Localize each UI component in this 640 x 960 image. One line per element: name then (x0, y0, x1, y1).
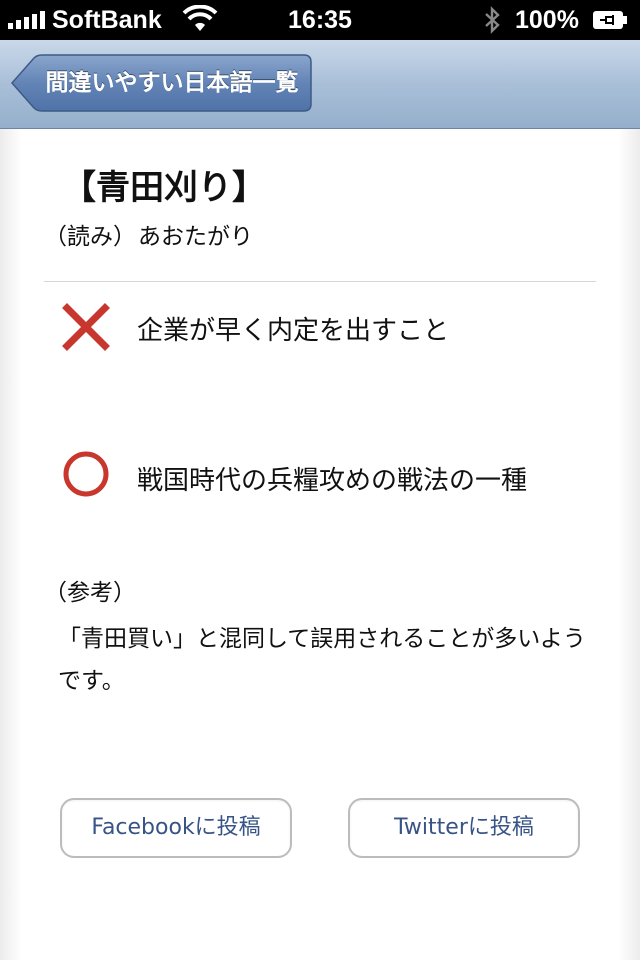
back-button-label: 間違いやすい日本語一覧 (45, 70, 299, 96)
word-title: 【青田刈り】 (62, 168, 266, 208)
reference-label: （参考） (44, 580, 136, 606)
reading-value: あおたがり (138, 224, 253, 250)
left-edge-shade (0, 129, 22, 960)
reading-label: （読み） (44, 224, 136, 250)
wrong-meaning: 企業が早く内定を出すこと (137, 316, 450, 346)
cross-icon (62, 303, 110, 351)
battery-icon (593, 11, 627, 29)
navigation-bar: 間違いやすい日本語一覧 (0, 40, 640, 129)
back-button[interactable]: 間違いやすい日本語一覧 (10, 54, 312, 112)
correct-meaning: 戦国時代の兵糧攻めの戦法の一種 (137, 466, 528, 496)
status-bar: SoftBank 16:35 100% (0, 0, 640, 40)
right-edge-shade (618, 129, 640, 960)
reference-text: 「青田買い」と混同して誤用されることが多いようです。 (58, 626, 586, 694)
circle-icon (63, 451, 109, 497)
facebook-share-button[interactable]: Facebookに投稿 (60, 798, 292, 858)
twitter-share-button[interactable]: Twitterに投稿 (348, 798, 580, 858)
bluetooth-icon (485, 6, 500, 34)
battery-percentage: 100% (515, 6, 579, 34)
divider (44, 281, 596, 282)
